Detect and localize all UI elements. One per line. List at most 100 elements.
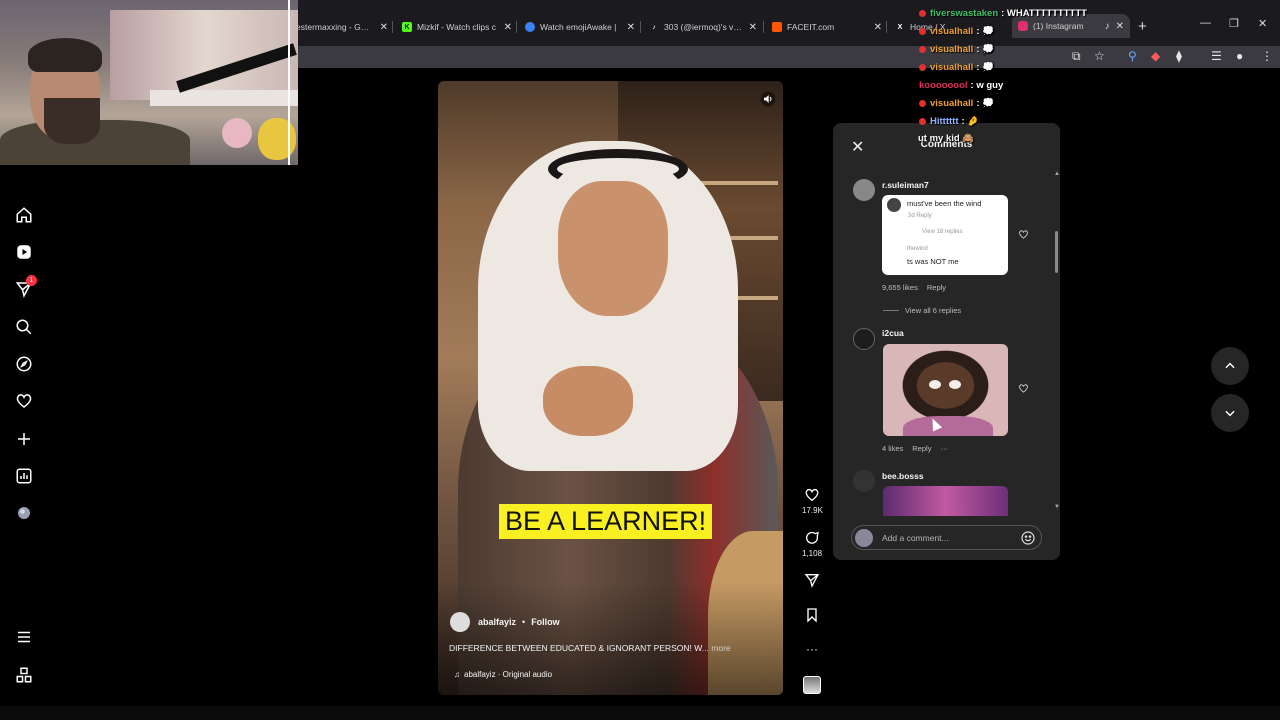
minimize-icon[interactable]: — bbox=[1200, 17, 1211, 29]
chevron-up-icon bbox=[1225, 362, 1235, 369]
heart-icon bbox=[805, 488, 819, 502]
comment-like-icon[interactable] bbox=[1018, 383, 1029, 394]
view-replies-button[interactable]: View all 6 replies bbox=[883, 306, 961, 315]
audio-thumbnail[interactable] bbox=[803, 676, 821, 694]
comment-like-icon[interactable] bbox=[1018, 229, 1029, 240]
menu-icon[interactable] bbox=[14, 627, 34, 647]
tab-tiktok[interactable]: ♪ 303 (@iermoq)'s vide ✕ bbox=[649, 16, 757, 38]
comment-input[interactable] bbox=[882, 530, 1017, 546]
comment-meta: 4 likes Reply ··· bbox=[882, 444, 957, 453]
reply-button[interactable]: Reply bbox=[912, 444, 931, 453]
share-action[interactable] bbox=[802, 572, 822, 591]
globe-icon bbox=[525, 22, 535, 32]
new-tab-button[interactable]: + bbox=[1138, 18, 1147, 35]
chat-text: : 💭 bbox=[976, 26, 994, 37]
comments-scrollbar[interactable]: ▲ ▼ bbox=[1054, 171, 1060, 511]
threads-icon[interactable] bbox=[14, 665, 34, 685]
chat-message: visualhall: 💭 bbox=[919, 62, 994, 73]
video-person-hand bbox=[543, 366, 633, 436]
scrollbar-thumb[interactable] bbox=[1055, 231, 1058, 273]
insights-icon[interactable] bbox=[14, 466, 34, 486]
tab-google[interactable]: estermaxxing - Goog ✕ bbox=[296, 16, 388, 38]
tab-kick[interactable]: K Mizkif - Watch clips c ✕ bbox=[402, 16, 512, 38]
separator-dot: • bbox=[522, 617, 526, 627]
previous-reel-button[interactable] bbox=[1211, 347, 1249, 385]
webcam-border bbox=[288, 0, 296, 165]
reels-icon[interactable] bbox=[14, 242, 34, 262]
commenter-avatar[interactable] bbox=[853, 179, 875, 201]
comment-username[interactable]: i2cua bbox=[882, 328, 904, 338]
tab-close-icon[interactable]: ✕ bbox=[749, 22, 757, 33]
chat-badge bbox=[919, 118, 926, 125]
chat-username: visualhall bbox=[930, 98, 974, 109]
screenshot-text: 3d Reply bbox=[908, 213, 932, 219]
profile-avatar[interactable] bbox=[14, 503, 34, 523]
reply-button[interactable]: Reply bbox=[927, 283, 946, 292]
volume-icon[interactable] bbox=[760, 91, 776, 107]
browser-menu-icon[interactable]: ⋮ bbox=[1261, 49, 1273, 63]
scroll-up-icon[interactable]: ▲ bbox=[1054, 171, 1060, 177]
commenter-avatar[interactable] bbox=[853, 328, 875, 350]
comment-username[interactable]: r.suleiman7 bbox=[882, 180, 929, 190]
author-username[interactable]: abalfayiz bbox=[478, 617, 516, 627]
tab-close-icon[interactable]: ✕ bbox=[504, 22, 512, 33]
heart-icon[interactable] bbox=[14, 391, 34, 411]
extension-icon[interactable]: ⚲ bbox=[1128, 49, 1137, 63]
audio-label: abalfayiz · Original audio bbox=[464, 670, 553, 679]
profile-icon[interactable]: ● bbox=[1236, 49, 1243, 63]
taskbar-strip bbox=[0, 706, 1280, 720]
messages-icon[interactable]: 1 bbox=[14, 275, 37, 299]
faceit-icon bbox=[772, 22, 782, 32]
tab-close-icon[interactable]: ✕ bbox=[380, 22, 388, 33]
create-icon[interactable] bbox=[14, 429, 34, 449]
tab-close-icon[interactable]: ✕ bbox=[1116, 21, 1124, 32]
reel-audio[interactable]: ♫ abalfayiz · Original audio bbox=[454, 670, 552, 679]
next-reel-button[interactable] bbox=[1211, 394, 1249, 432]
reel-video[interactable]: BE A LEARNER! abalfayiz • Follow DIFFERE… bbox=[438, 81, 783, 695]
view-replies-label: View all 6 replies bbox=[905, 306, 962, 315]
screenshot-text: View 18 replies bbox=[922, 229, 963, 235]
tab-divider bbox=[516, 21, 517, 33]
chat-text: : w guy bbox=[970, 80, 1004, 91]
bookmark-star-icon[interactable]: ☆ bbox=[1094, 49, 1105, 63]
chat-username: Hitttttt bbox=[930, 116, 959, 127]
gif-detail bbox=[903, 416, 993, 436]
tab-audio-icon[interactable]: ♪ bbox=[1105, 21, 1110, 32]
tab-close-icon[interactable]: ✕ bbox=[874, 22, 882, 33]
home-icon[interactable] bbox=[14, 205, 34, 225]
window-close-icon[interactable]: ✕ bbox=[1258, 17, 1267, 30]
emoji-icon[interactable] bbox=[1020, 530, 1036, 546]
comment-gif[interactable] bbox=[883, 486, 1008, 516]
author-avatar[interactable] bbox=[450, 612, 470, 632]
extensions-puzzle-icon[interactable]: ⧫ bbox=[1176, 49, 1182, 63]
comment-username[interactable]: bee.bosss bbox=[882, 471, 924, 481]
chat-message: fiverswastaken: WHATTTTTTTTTT bbox=[919, 8, 1087, 19]
tab-title: estermaxxing - Goog bbox=[296, 22, 374, 32]
tab-divider bbox=[640, 21, 641, 33]
scroll-down-icon[interactable]: ▼ bbox=[1054, 504, 1060, 510]
comment-gif[interactable] bbox=[883, 344, 1008, 436]
like-action[interactable]: 17.9K bbox=[802, 487, 823, 515]
save-action[interactable] bbox=[802, 607, 822, 626]
tab-close-icon[interactable]: ✕ bbox=[627, 22, 635, 33]
follow-button[interactable]: Follow bbox=[531, 617, 560, 627]
tab-faceit[interactable]: FACEIT.com ✕ bbox=[772, 16, 882, 38]
comment-action[interactable]: 1,108 bbox=[802, 530, 822, 558]
chat-message: visualhall: 💭 bbox=[919, 98, 994, 109]
reading-list-icon[interactable]: ☰ bbox=[1211, 49, 1222, 63]
explore-icon[interactable] bbox=[14, 354, 34, 374]
search-icon[interactable] bbox=[14, 317, 34, 337]
install-app-icon[interactable]: ⧉ bbox=[1072, 49, 1081, 64]
extension-icon[interactable]: ◆ bbox=[1151, 49, 1160, 63]
more-options-icon[interactable]: ··· bbox=[802, 642, 822, 656]
comment-likes: 9,655 likes bbox=[882, 283, 918, 292]
chat-badge bbox=[919, 46, 926, 53]
instagram-icon bbox=[1018, 21, 1028, 31]
comment-more-icon[interactable]: ··· bbox=[940, 444, 948, 453]
tab-watch[interactable]: Watch emojiAwake | ✕ bbox=[525, 16, 635, 38]
comment-image[interactable]: must've been the wind 3d Reply View 18 r… bbox=[882, 195, 1008, 275]
tab-divider bbox=[392, 21, 393, 33]
restore-icon[interactable]: ❐ bbox=[1229, 17, 1239, 30]
commenter-avatar[interactable] bbox=[853, 470, 875, 492]
more-link[interactable]: ... more bbox=[702, 643, 731, 653]
